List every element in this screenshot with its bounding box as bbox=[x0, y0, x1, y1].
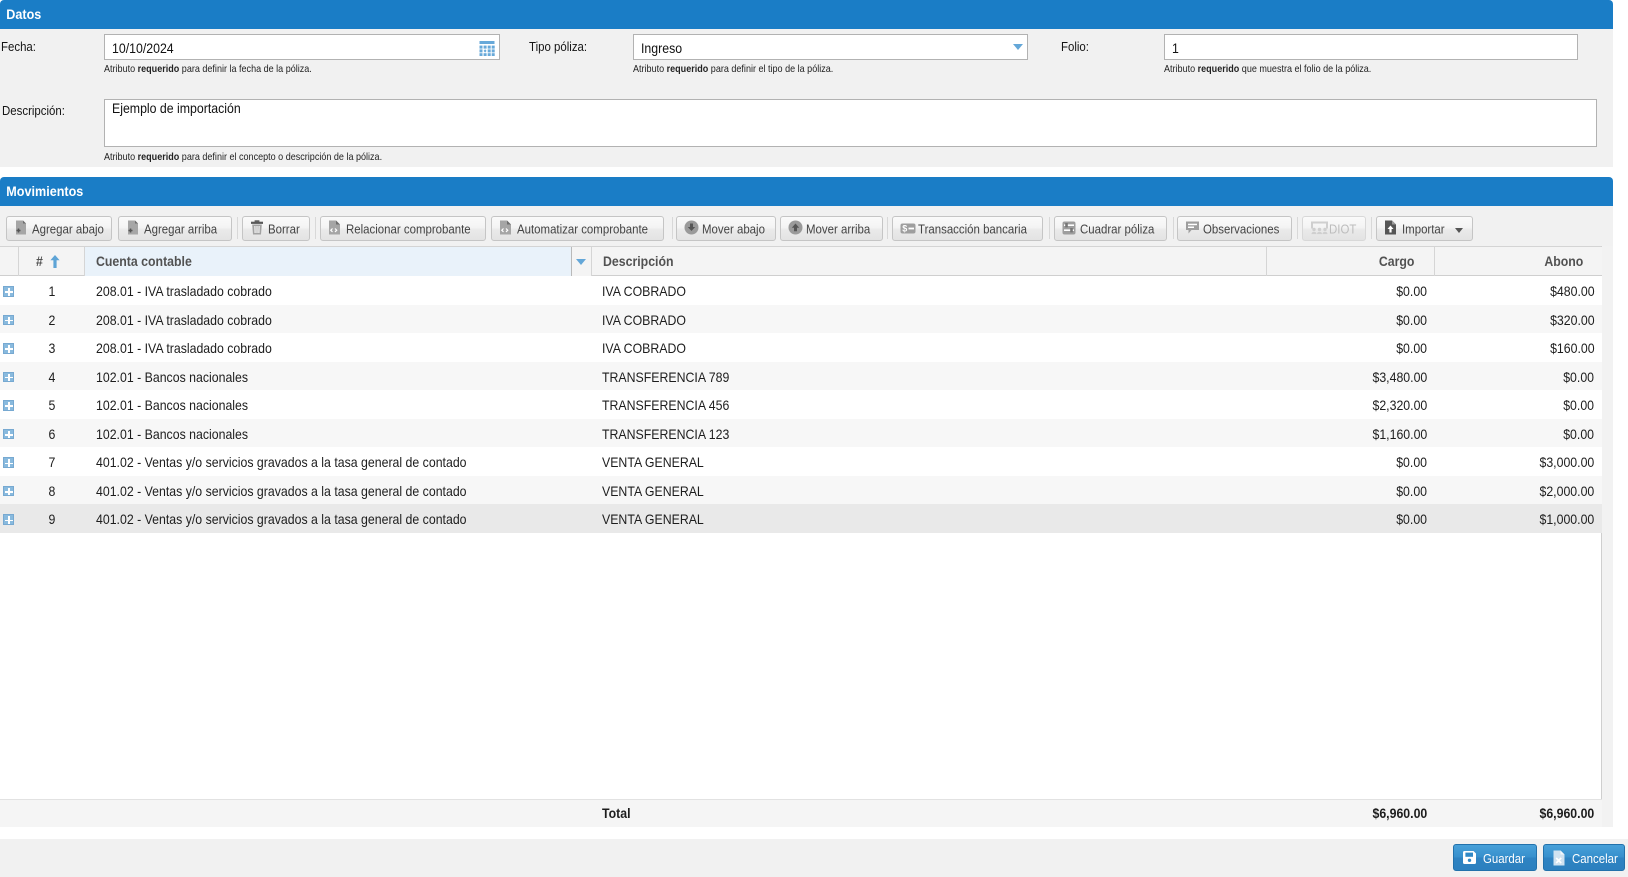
svg-text:$: $ bbox=[902, 223, 907, 233]
